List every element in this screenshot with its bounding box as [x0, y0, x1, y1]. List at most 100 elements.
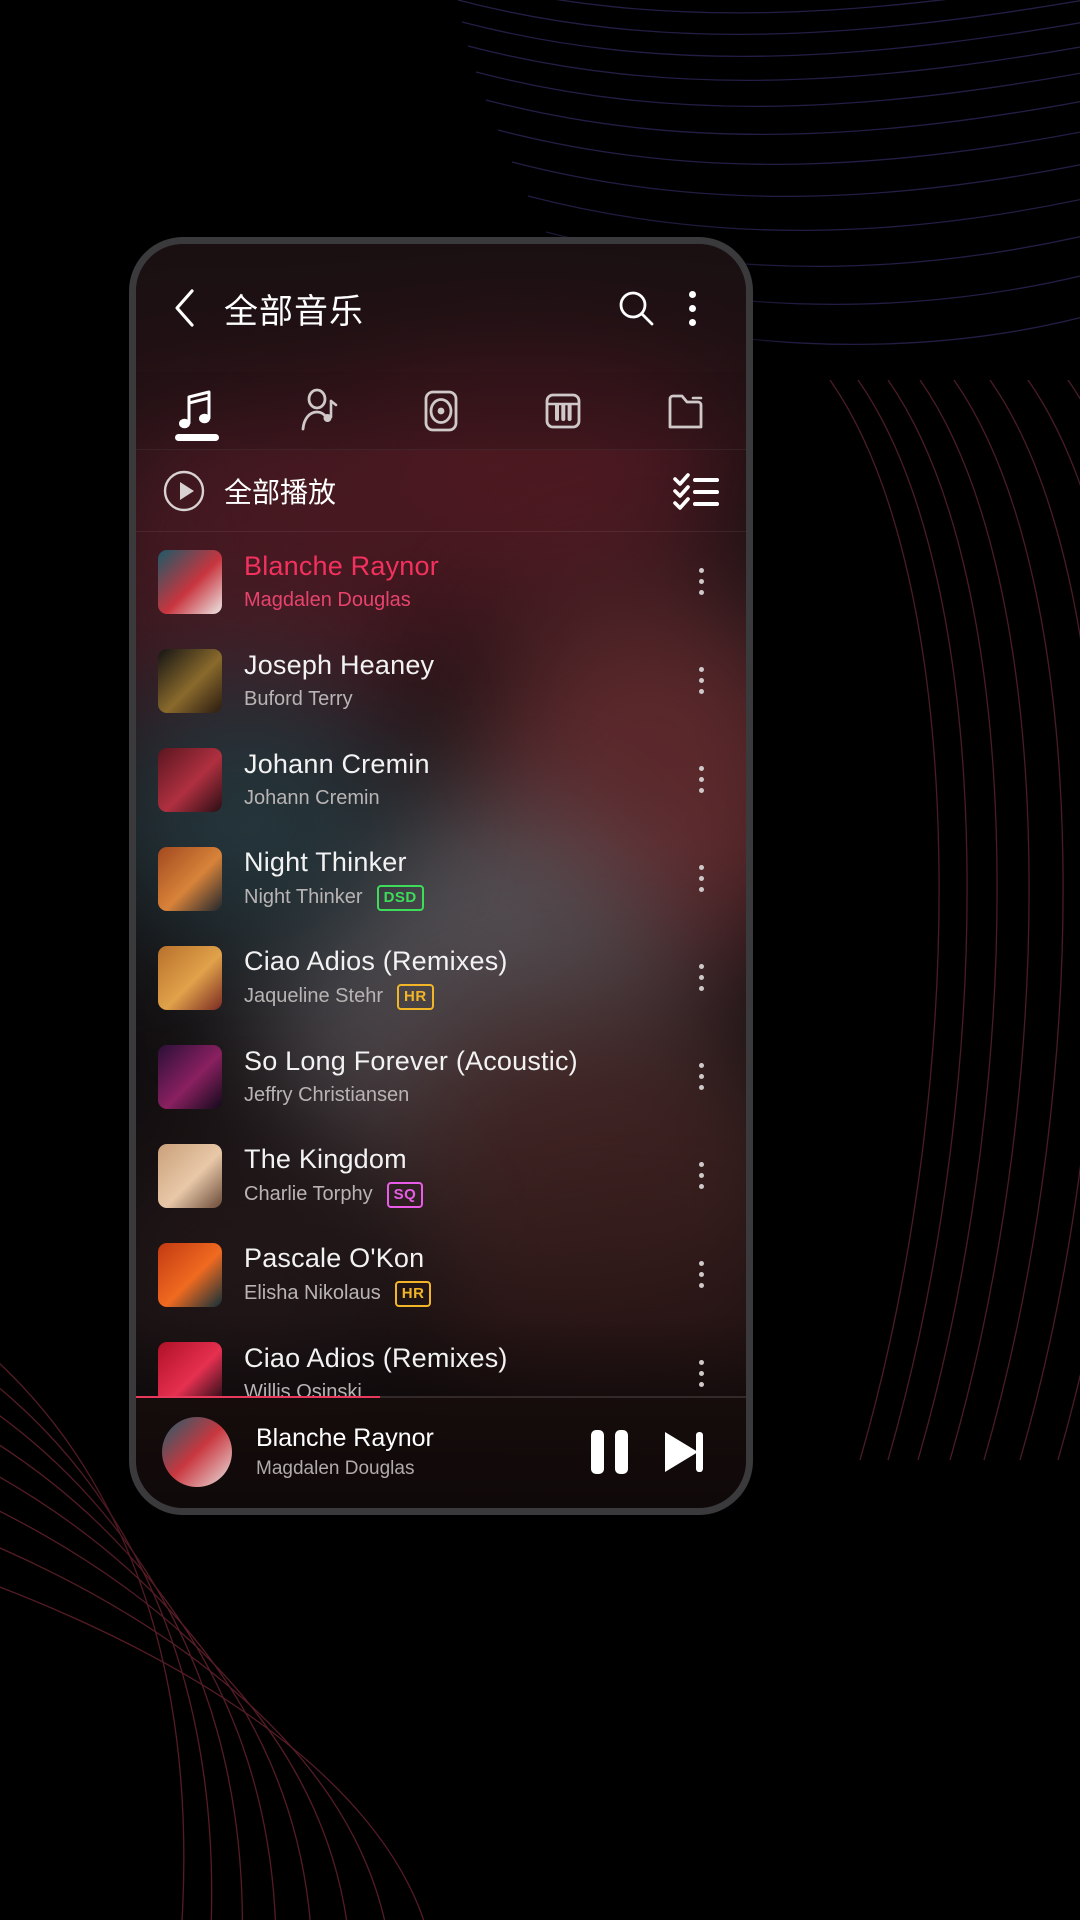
quality-badge: HR	[394, 1280, 432, 1307]
tab-active-indicator	[175, 434, 219, 441]
tab-genres[interactable]	[502, 372, 624, 449]
song-meta: So Long Forever (Acoustic) Jeffry Christi…	[244, 1046, 676, 1107]
song-overflow-menu-icon[interactable]	[676, 1141, 726, 1211]
chevron-left-icon	[175, 289, 194, 327]
song-title: The Kingdom	[244, 1143, 407, 1174]
song-artist: Jaqueline Stehr	[244, 985, 383, 1007]
now-playing-title: Blanche Raynor	[256, 1424, 434, 1452]
app-bar: 全部音乐	[136, 244, 746, 372]
song-artist: Charlie Torphy	[244, 1183, 373, 1205]
skip-next-icon	[665, 1432, 703, 1472]
search-button[interactable]	[608, 280, 664, 336]
song-meta: Joseph Heaney Buford Terry	[244, 650, 676, 711]
song-artist: Johann Cremin	[244, 787, 380, 809]
song-list[interactable]: Blanche Raynor Magdalen Douglas Joseph Hea…	[136, 532, 746, 1396]
song-meta: Ciao Adios (Remixes) Jaqueline Stehr HR	[244, 946, 676, 1010]
album-artwork	[158, 846, 222, 911]
song-title: So Long Forever (Acoustic)	[244, 1046, 578, 1076]
song-title: Joseph Heaney	[244, 650, 435, 680]
phone-device-frame: 全部音乐 全部播放 Blanche Raynor Magdalen Dougla…	[129, 237, 753, 1515]
song-meta: Pascale O'Kon Elisha Nikolaus HR	[244, 1243, 676, 1307]
wallpaper-lines-right	[829, 380, 1080, 1460]
music-note-icon	[179, 390, 211, 428]
now-playing-meta: Blanche Raynor Magdalen Douglas	[256, 1424, 572, 1480]
song-meta: Blanche Raynor Magdalen Douglas	[244, 551, 676, 612]
tab-folders[interactable]	[624, 372, 746, 449]
play-all-row[interactable]: 全部播放	[136, 450, 746, 532]
song-title: Blanche Raynor	[244, 551, 439, 581]
song-title: Ciao Adios (Remixes)	[244, 945, 508, 976]
tab-albums[interactable]	[380, 372, 502, 449]
tab-bar	[136, 372, 746, 450]
song-artist: Magdalen Douglas	[244, 589, 411, 611]
piano-keys-icon	[545, 393, 581, 428]
tab-artists[interactable]	[258, 372, 380, 449]
playback-progress[interactable]	[136, 1396, 746, 1398]
song-row[interactable]: Joseph Heaney Buford Terry	[136, 631, 746, 730]
album-artwork	[158, 1044, 222, 1109]
back-button[interactable]	[162, 285, 208, 331]
song-title: Night Thinker	[244, 846, 407, 877]
album-artwork	[158, 945, 222, 1010]
song-subtitle: Johann Cremin	[244, 787, 676, 810]
now-playing-artist: Magdalen Douglas	[256, 1458, 415, 1479]
song-title: Pascale O'Kon	[244, 1242, 425, 1273]
song-subtitle: Buford Terry	[244, 688, 676, 711]
play-all-label: 全部播放	[224, 476, 337, 508]
album-artwork	[158, 1143, 222, 1208]
song-overflow-menu-icon[interactable]	[676, 844, 726, 914]
song-meta: The Kingdom Charlie Torphy SQ	[244, 1144, 676, 1208]
song-artist: Night Thinker	[244, 886, 363, 908]
song-overflow-menu-icon[interactable]	[676, 547, 726, 617]
song-overflow-menu-icon[interactable]	[676, 646, 726, 716]
quality-badge: SQ	[386, 1181, 424, 1208]
song-row[interactable]: Johann Cremin Johann Cremin	[136, 730, 746, 829]
song-artist: Jeffry Christiansen	[244, 1084, 410, 1106]
song-artist: Buford Terry	[244, 688, 353, 710]
quality-badge: DSD	[376, 884, 424, 911]
song-subtitle: Night Thinker DSD	[244, 884, 676, 911]
song-subtitle: Willis Osinski	[244, 1381, 676, 1396]
song-artist: Elisha Nikolaus	[244, 1282, 381, 1304]
song-meta: Ciao Adios (Remixes) Willis Osinski	[244, 1343, 676, 1396]
phone-screen: 全部音乐 全部播放 Blanche Raynor Magdalen Dougla…	[136, 244, 746, 1508]
song-subtitle: Jaqueline Stehr HR	[244, 983, 676, 1010]
tab-songs[interactable]	[136, 372, 258, 449]
pause-icon	[590, 1430, 628, 1474]
song-overflow-menu-icon[interactable]	[676, 1240, 726, 1310]
play-circle-icon	[163, 470, 205, 511]
song-row[interactable]: So Long Forever (Acoustic) Jeffry Christi…	[136, 1027, 746, 1126]
song-row[interactable]: The Kingdom Charlie Torphy SQ	[136, 1126, 746, 1225]
search-icon	[619, 291, 654, 326]
song-subtitle: Magdalen Douglas	[244, 589, 676, 612]
song-overflow-menu-icon[interactable]	[676, 745, 726, 815]
quality-badge: HR	[396, 983, 434, 1010]
next-button[interactable]	[646, 1415, 720, 1489]
song-subtitle: Jeffry Christiansen	[244, 1084, 676, 1107]
song-meta: Night Thinker Night Thinker DSD	[244, 847, 676, 911]
album-artwork	[158, 1242, 222, 1307]
song-row[interactable]: Ciao Adios (Remixes) Willis Osinski	[136, 1324, 746, 1396]
song-row[interactable]: Night Thinker Night Thinker DSD	[136, 829, 746, 928]
overflow-menu-icon	[688, 290, 696, 326]
album-disc-icon	[424, 390, 458, 431]
overflow-menu-button[interactable]	[664, 280, 720, 336]
song-title: Ciao Adios (Remixes)	[244, 1343, 508, 1373]
folder-icon	[668, 394, 703, 428]
song-overflow-menu-icon[interactable]	[676, 1339, 726, 1397]
pause-button[interactable]	[572, 1415, 646, 1489]
now-playing-artwork	[162, 1417, 232, 1487]
album-artwork	[158, 549, 222, 614]
song-row[interactable]: Pascale O'Kon Elisha Nikolaus HR	[136, 1225, 746, 1324]
song-overflow-menu-icon[interactable]	[676, 943, 726, 1013]
song-overflow-menu-icon[interactable]	[676, 1042, 726, 1112]
page-title: 全部音乐	[224, 292, 364, 331]
song-subtitle: Elisha Nikolaus HR	[244, 1280, 676, 1307]
song-row[interactable]: Ciao Adios (Remixes) Jaqueline Stehr HR	[136, 928, 746, 1027]
album-artwork	[158, 747, 222, 812]
multi-select-list-icon[interactable]	[672, 471, 720, 511]
song-title: Johann Cremin	[244, 749, 430, 779]
artist-icon	[301, 388, 338, 430]
now-playing-bar[interactable]: Blanche Raynor Magdalen Douglas	[136, 1396, 746, 1508]
song-row[interactable]: Blanche Raynor Magdalen Douglas	[136, 532, 746, 631]
